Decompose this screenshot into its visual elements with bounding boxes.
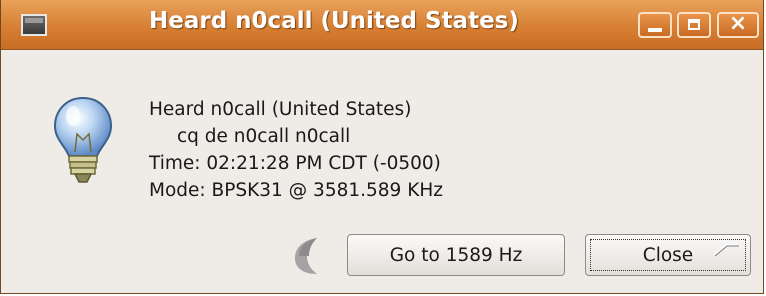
window-menu-icon[interactable] <box>21 14 47 36</box>
message-line-heard: Heard n0call (United States) <box>149 99 412 120</box>
window-close-button[interactable]: × <box>717 11 759 38</box>
maximize-button[interactable] <box>677 12 711 38</box>
message-line-text: cq de n0call n0call <box>177 126 351 147</box>
close-button[interactable]: Close <box>585 234 751 276</box>
message-text: Heard n0call (United States) cq de n0cal… <box>149 96 443 204</box>
spinner-icon <box>295 238 317 274</box>
message-line-time: Time: 02:21:28 PM CDT (-0500) <box>149 153 441 174</box>
window-title: Heard n0call (United States) <box>149 8 519 34</box>
message-line-mode: Mode: BPSK31 @ 3581.589 KHz <box>149 180 443 201</box>
maximize-icon <box>688 19 700 30</box>
close-icon: × <box>728 11 748 36</box>
title-bar[interactable]: Heard n0call (United States) × <box>1 0 763 50</box>
goto-frequency-label: Go to 1589 Hz <box>389 244 523 266</box>
dialog-window: Heard n0call (United States) × Heard n0c… <box>0 0 764 294</box>
minimize-icon <box>648 28 662 32</box>
resize-grip-icon <box>713 244 739 257</box>
goto-frequency-button[interactable]: Go to 1589 Hz <box>347 234 565 276</box>
lightbulb-icon <box>53 96 113 183</box>
minimize-button[interactable] <box>638 12 672 38</box>
